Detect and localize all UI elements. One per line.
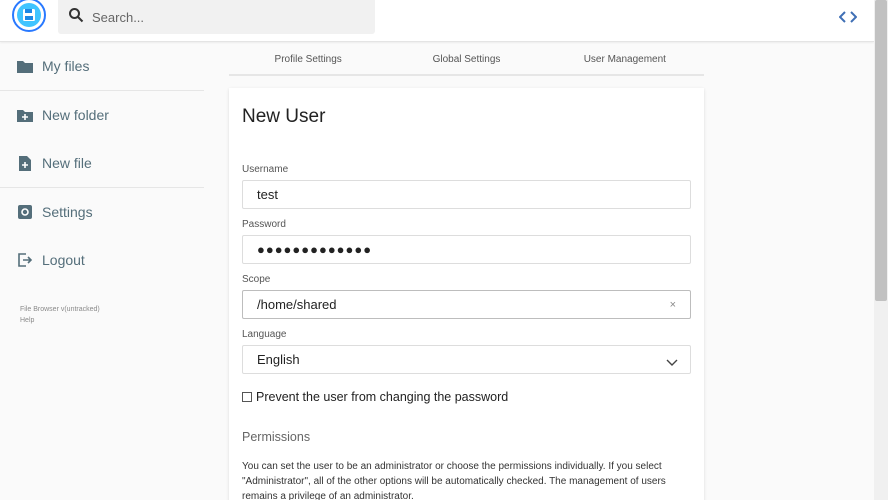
sidebar-item-label: New file [42, 155, 92, 171]
sidebar: My files New folder New file Settings Lo… [0, 42, 204, 326]
username-label: Username [242, 164, 289, 175]
clear-icon[interactable]: × [670, 299, 676, 311]
scope-value: /home/shared [257, 297, 337, 312]
password-field[interactable]: ●●●●●●●●●●●●● [242, 235, 691, 264]
floppy-disk-icon [17, 3, 41, 27]
logout-icon [16, 251, 34, 269]
credits: File Browser v(untracked) Help [0, 284, 204, 326]
password-value: ●●●●●●●●●●●●● [257, 242, 373, 257]
sidebar-item-logout[interactable]: Logout [0, 236, 204, 284]
folder-icon [16, 57, 34, 75]
search-bar[interactable]: Search... [58, 0, 375, 34]
search-icon [68, 7, 84, 28]
chevron-down-icon [666, 355, 678, 370]
sidebar-item-settings[interactable]: Settings [0, 188, 204, 236]
code-icon[interactable] [836, 8, 860, 26]
password-label: Password [242, 219, 286, 230]
scrollbar-thumb[interactable] [875, 0, 887, 301]
tab-user-management[interactable]: User Management [546, 44, 704, 74]
prevent-password-change-checkbox[interactable] [242, 392, 252, 402]
permissions-description: You can set the user to be an administra… [242, 461, 666, 500]
top-bar: Search... [0, 0, 874, 42]
sidebar-item-label: Settings [42, 204, 93, 220]
search-input[interactable]: Search... [92, 10, 144, 25]
tab-profile-settings[interactable]: Profile Settings [229, 44, 387, 74]
new-file-icon [16, 154, 34, 172]
language-value: English [257, 352, 300, 367]
permissions-heading: Permissions [242, 430, 311, 444]
language-label: Language [242, 329, 287, 340]
checkbox-label: Prevent the user from changing the passw… [256, 390, 509, 404]
sidebar-item-new-file[interactable]: New file [0, 139, 204, 187]
scrollbar[interactable] [874, 0, 888, 500]
scope-field[interactable]: /home/shared × [242, 290, 691, 319]
sidebar-item-label: My files [42, 58, 90, 74]
sidebar-item-label: New folder [42, 107, 109, 123]
new-user-card: New User Username test Password ●●●●●●●●… [229, 88, 704, 500]
help-link[interactable]: Help [20, 315, 204, 326]
new-folder-icon [16, 106, 34, 124]
logo[interactable] [12, 0, 46, 32]
page-title: New User [242, 106, 326, 127]
tab-global-settings[interactable]: Global Settings [387, 44, 545, 74]
version-text: File Browser v(untracked) [20, 306, 100, 313]
scope-label: Scope [242, 274, 271, 285]
username-field[interactable]: test [242, 180, 691, 209]
sidebar-item-my-files[interactable]: My files [0, 42, 204, 90]
sidebar-item-new-folder[interactable]: New folder [0, 91, 204, 139]
sidebar-item-label: Logout [42, 252, 85, 268]
language-select[interactable]: English [242, 345, 691, 374]
prevent-password-change-row[interactable]: Prevent the user from changing the passw… [242, 389, 691, 405]
settings-icon [16, 203, 34, 221]
settings-tabs: Profile Settings Global Settings User Ma… [229, 44, 704, 76]
username-value: test [257, 187, 278, 202]
